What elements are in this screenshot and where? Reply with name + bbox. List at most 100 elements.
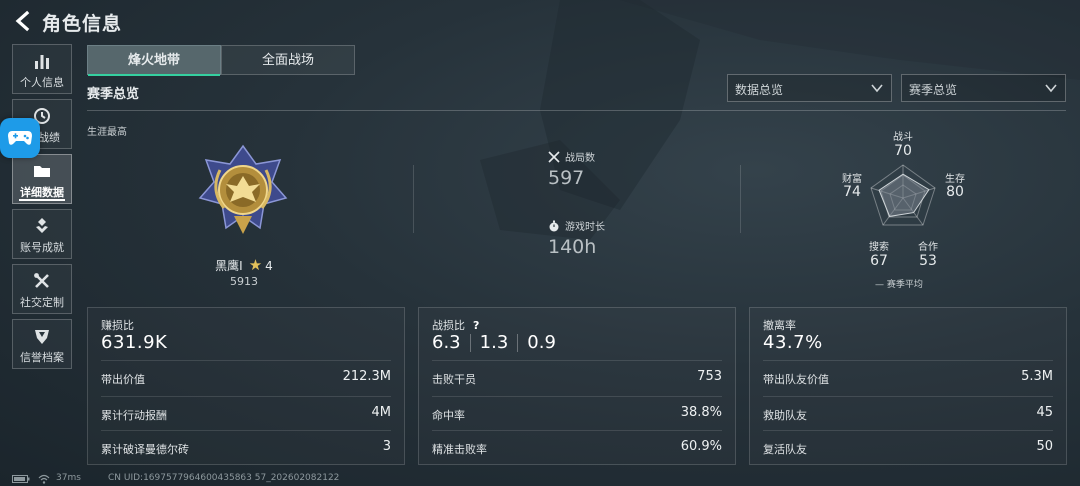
sidebar-item-profile[interactable]: 个人信息 [12,44,72,94]
folder-icon [34,166,50,177]
stat-label: 带出队友价值 [763,373,829,386]
star-icon: ★ [248,256,263,274]
kd-value: 0.9 [527,332,556,353]
radar-label-search: 搜索 [869,242,889,253]
profit-panel: 赚损比 631.9K 带出价值 212.3M 累计行动报酬 4M 累计破译曼德尔… [87,307,405,465]
dropdown-value: 赛季总览 [909,83,958,97]
divider [517,333,519,352]
matches-stat: 战局数 597 [548,149,595,189]
radar-label-cooperation: 合作 [918,242,938,253]
profit-caption: 赚损比 [101,319,134,332]
radar-value-search: 67 [870,253,888,269]
radar-data-polygon [878,173,930,217]
reputation-icon [35,330,49,344]
sidebar-item-detailed-data[interactable]: 详细数据 [12,154,72,204]
kd-panel: 战损比? 6.3 1.3 0.9 击败干员 753 命中率 38.8% 精准击败… [418,307,736,465]
matches-label: 战局数 [565,153,595,164]
playtime-value: 140h [548,236,597,258]
stat-label: 精准击败率 [432,443,487,456]
stat-label: 击败干员 [432,373,476,386]
tab-full-battlefield[interactable]: 全面战场 [221,45,355,75]
playtime-stat: 游戏时长 140h [548,218,605,258]
kd-values: 6.3 1.3 0.9 [432,332,556,353]
data-overview-dropdown[interactable]: 数据总览 [727,74,892,102]
stat-row: 累计破译曼德尔砖 3 [101,430,391,461]
stat-value: 5.3M [1021,369,1053,384]
extract-panel: 撤离率 43.7% 带出队友价值 5.3M 救助队友 45 复活队友 50 [749,307,1067,465]
sidebar: 个人信息 战绩 详细数据 账号成就 社交定制 信誉档案 [12,44,74,374]
floating-gamepad-button[interactable] [0,118,40,158]
matches-value: 597 [548,167,585,189]
stat-row: 精准击败率 60.9% [432,430,722,461]
stat-label: 命中率 [432,409,465,422]
help-icon[interactable]: ? [473,319,479,332]
stat-value: 38.8% [680,405,722,420]
sidebar-item-label: 社交定制 [20,296,64,309]
ability-radar-chart: 战斗 70 生存 80 合作 53 搜索 67 财富 74 — 赛季平均 [840,125,980,290]
stat-row: 累计行动报酬 4M [101,396,391,427]
season-dropdown[interactable]: 赛季总览 [901,74,1066,102]
radar-label-survival: 生存 [945,174,965,185]
stat-label: 带出价值 [101,373,145,386]
rank-stars: 4 [265,259,273,273]
stat-value: 212.3M [342,369,391,384]
divider [413,165,414,233]
radar-value-wealth: 74 [843,184,861,200]
tab-hazard-zone[interactable]: 烽火地带 [87,45,221,75]
kd-value: 6.3 [432,332,461,353]
sidebar-item-label: 账号成就 [20,241,64,254]
crossed-swords-icon [548,150,560,163]
stat-value: 753 [697,369,722,384]
section-title: 赛季总览 [87,87,140,102]
section-divider [87,110,1066,111]
stat-value: 4M [371,405,392,420]
sidebar-item-label: 详细数据 [20,186,64,199]
ping-value: 37ms [56,473,81,483]
radar-value-survival: 80 [946,184,964,200]
gamepad-icon [8,131,32,145]
stat-value: 60.9% [680,439,722,454]
sidebar-item-social[interactable]: 社交定制 [12,264,72,314]
bar-chart-icon [35,55,49,69]
radar-value-cooperation: 53 [919,253,937,269]
divider [469,333,471,352]
wifi-icon [38,474,50,484]
playtime-label: 游戏时长 [565,222,605,233]
stat-row: 复活队友 50 [763,430,1053,461]
stat-row: 命中率 38.8% [432,396,722,427]
sidebar-item-reputation[interactable]: 信誉档案 [12,319,72,369]
stat-label: 累计破译曼德尔砖 [101,443,189,456]
stat-label: 复活队友 [763,443,807,456]
extract-value: 43.7% [763,332,823,353]
stat-value: 50 [1036,439,1053,454]
kd-caption: 战损比 [432,319,465,332]
rank-score: 5913 [230,275,258,288]
stat-row: 击败干员 753 [432,360,722,391]
mode-tabs: 烽火地带 全面战场 [87,45,355,75]
rank-name: 黑鹰I [215,259,243,273]
stat-row: 带出队友价值 5.3M [763,360,1053,391]
page-title: 角色信息 [42,13,123,35]
chevron-down-icon [871,84,883,93]
rank-info: 黑鹰I ★ 4 [180,256,308,274]
header-bar: 角色信息 [0,0,1080,42]
back-arrow-icon[interactable] [12,10,34,32]
stat-row: 带出价值 212.3M [101,360,391,391]
sidebar-item-label: 信誉档案 [20,351,64,364]
achievement-icon [36,218,48,233]
sidebar-item-achievements[interactable]: 账号成就 [12,209,72,259]
dropdown-value: 数据总览 [735,83,784,97]
radar-label-wealth: 财富 [842,174,862,185]
battery-icon [12,475,30,483]
extract-caption: 撤离率 [763,319,796,332]
radar-legend-label: 赛季平均 [886,280,923,290]
stat-label: 累计行动报酬 [101,409,167,422]
profit-value: 631.9K [101,332,168,353]
stat-value: 45 [1036,405,1053,420]
uid-text: CN UID:1697577964600435863 57_2026020821… [108,473,340,483]
tools-icon [34,273,49,288]
radar-value-combat: 70 [894,143,912,159]
status-footer: 37ms CN UID:1697577964600435863 57_20260… [0,472,1080,486]
kd-caption-row: 战损比? [432,317,479,333]
stat-row: 救助队友 45 [763,396,1053,427]
